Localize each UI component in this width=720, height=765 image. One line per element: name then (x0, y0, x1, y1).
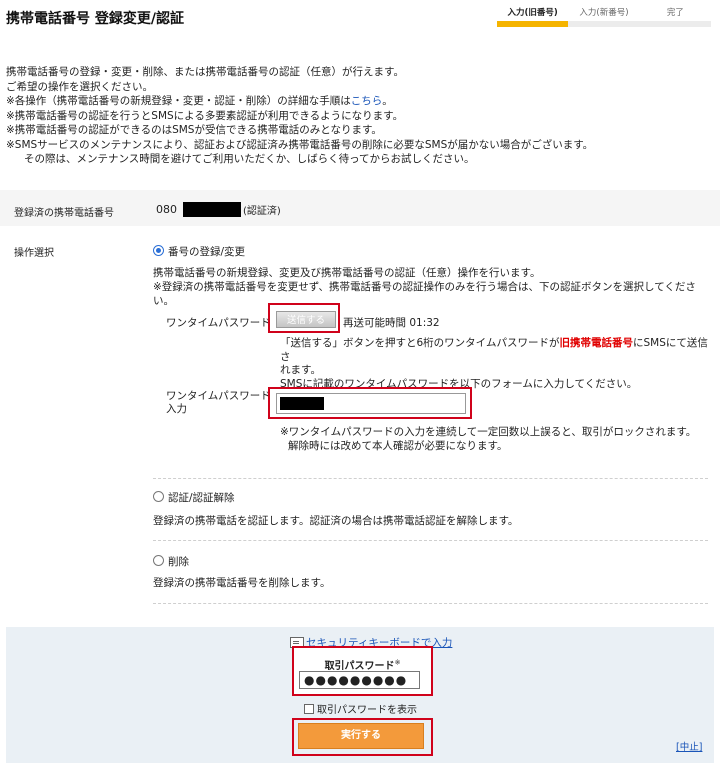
option-delete[interactable]: 削除 (153, 554, 189, 569)
password-label: 取引パスワード※ (324, 658, 401, 672)
step-2-bar (568, 21, 640, 27)
show-password-toggle[interactable]: 取引パスワードを表示 (304, 701, 417, 716)
registered-number-row: 登録済の携帯電話番号 080 (認証済) (0, 190, 720, 226)
otp-input-label: ワンタイムパスワード 入力 (166, 390, 271, 415)
intro-note-3: ※携帯電話番号の認証ができるのはSMSが受信できる携帯電話のみとなります。 (6, 124, 382, 136)
redacted-number (183, 202, 241, 217)
radio-authenticate[interactable] (153, 491, 164, 502)
divider (153, 478, 708, 479)
cancel-link[interactable]: [中止] (676, 739, 702, 753)
option-authenticate-label: 認証/認証解除 (168, 492, 235, 504)
execute-button[interactable]: 実行する (298, 723, 424, 749)
resend-timer: 再送可能時間 01:32 (343, 317, 440, 329)
step-3-bar (639, 21, 711, 27)
intro-note-4: ※SMSサービスのメンテナンスにより、認証および認証済み携帯電話番号の削除に必要… (6, 138, 594, 151)
radio-delete[interactable] (153, 555, 164, 566)
step-3-label: 完了 (666, 8, 684, 18)
registered-number-label: 登録済の携帯電話番号 (14, 208, 114, 219)
intro-line-1: 携帯電話番号の登録・変更・削除、または携帯電話番号の認証（任意）が行えます。 (6, 66, 404, 78)
option-register-change[interactable]: 番号の登録/変更 (153, 244, 245, 259)
registered-number-value: 080 (認証済) (156, 202, 281, 217)
divider (153, 603, 708, 604)
show-password-label: 取引パスワードを表示 (317, 705, 417, 716)
show-password-checkbox[interactable] (304, 703, 314, 714)
option-register-change-desc: 携帯電話番号の新規登録、変更及び携帯電話番号の認証（任意）操作を行います。 ※登… (153, 267, 696, 307)
send-otp-button[interactable]: 送信する (276, 311, 336, 328)
option-authenticate-desc: 登録済の携帯電話を認証します。認証済の場合は携帯電話認証を解除します。 (153, 515, 519, 527)
redacted-otp (280, 397, 324, 410)
transaction-password-input[interactable]: ●●●●●●●●● (299, 671, 420, 689)
auth-status: (認証済) (243, 206, 281, 217)
old-number-emphasis: 旧携帯電話番号 (559, 337, 633, 349)
option-delete-label: 削除 (168, 556, 189, 568)
page-title: 携帯電話番号 登録変更/認証 (6, 11, 184, 27)
intro-note-2: ※携帯電話番号の認証を行うとSMSによる多要素認証が利用できるようになります。 (6, 109, 404, 122)
otp-description: 「送信する」ボタンを押すと6桁のワンタイムパスワードが旧携帯電話番号にSMSにて… (280, 337, 708, 390)
otp-warning: ※ワンタイムパスワードの入力を連続して一定回数以上誤ると、取引がロックされます。… (280, 426, 697, 452)
divider (153, 540, 708, 541)
step-2-label: 入力(新番号) (579, 8, 629, 18)
intro-note-4b: その際は、メンテナンス時間を避けてご利用いただくか、しばらく待ってからお試しくだ… (24, 153, 475, 165)
intro-line-2: ご希望の操作を選択ください。 (6, 80, 153, 93)
operation-select-label: 操作選択 (14, 248, 54, 259)
otp-input[interactable] (276, 393, 466, 414)
step-1-label: 入力(旧番号) (507, 8, 558, 18)
step-indicator: 入力(旧番号) 入力(新番号) 完了 (497, 6, 711, 27)
option-authenticate[interactable]: 認証/認証解除 (153, 490, 235, 505)
option-delete-desc: 登録済の携帯電話番号を削除します。 (153, 577, 331, 589)
intro-text: 携帯電話番号の登録・変更・削除、または携帯電話番号の認証（任意）が行えます。 ご… (6, 65, 706, 167)
radio-register-change[interactable] (153, 245, 164, 256)
option-register-change-label: 番号の登録/変更 (168, 246, 246, 258)
procedure-link[interactable]: こちら (351, 95, 383, 107)
otp-label: ワンタイムパスワード (166, 317, 271, 329)
intro-note-1: ※各操作（携帯電話番号の新規登録・変更・認証・削除）の詳細な手順はこちら。 (6, 95, 393, 107)
phone-prefix: 080 (156, 203, 177, 216)
step-1-bar (497, 21, 569, 27)
